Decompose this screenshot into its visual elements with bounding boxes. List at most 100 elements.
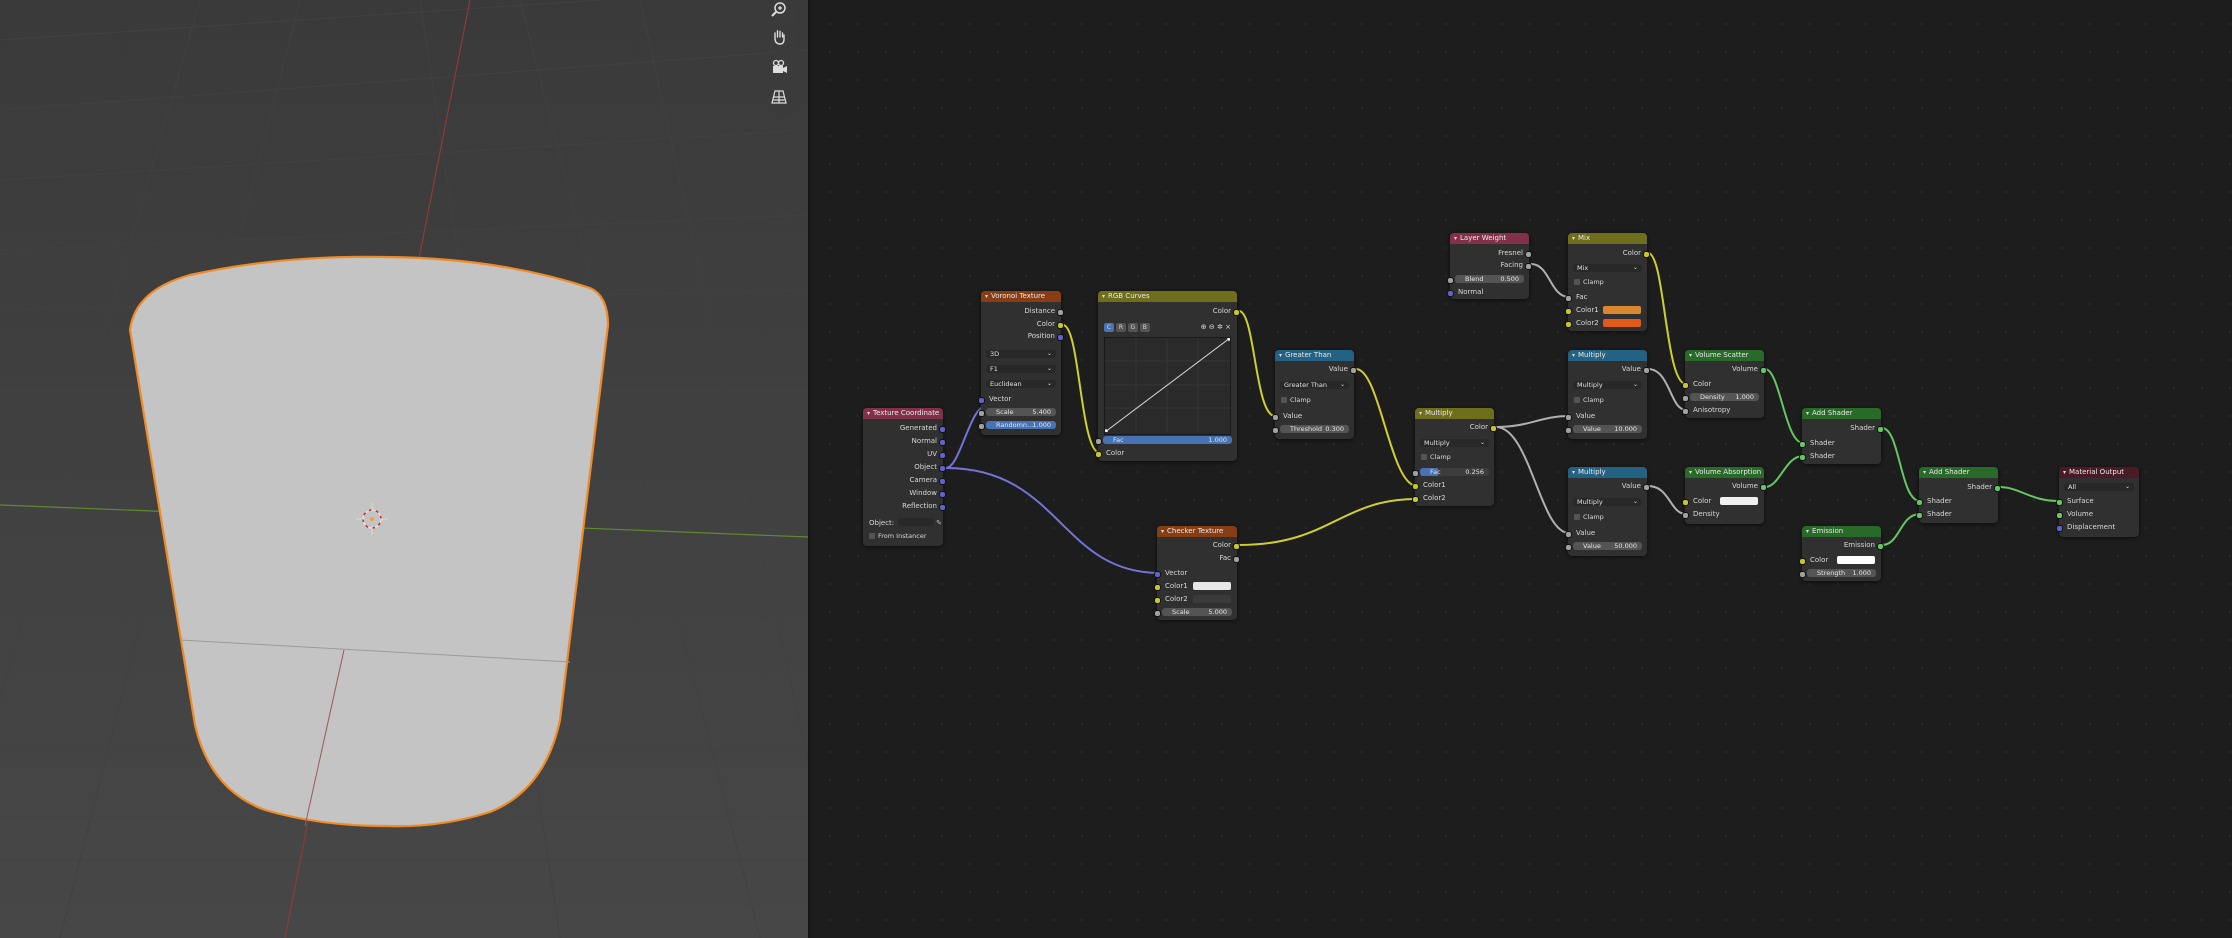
metric-dropdown[interactable]: Euclidean ⌄ bbox=[986, 380, 1056, 388]
volume-scatter-node[interactable]: ▾ Volume Scatter Volume Color Density 1.00… bbox=[1682, 350, 1767, 418]
node-header[interactable]: ▾ Voronoi Texture bbox=[981, 291, 1061, 302]
input-socket[interactable] bbox=[1447, 289, 1454, 297]
input-socket[interactable] bbox=[1095, 450, 1102, 458]
collapse-chevron-icon[interactable]: ▾ bbox=[1806, 526, 1809, 537]
output-socket[interactable] bbox=[1643, 250, 1650, 258]
node-header[interactable]: ▾ Multiply bbox=[1568, 467, 1647, 478]
input-socket[interactable] bbox=[1682, 498, 1689, 506]
output-socket[interactable] bbox=[1490, 424, 1497, 432]
input-socket[interactable] bbox=[1272, 413, 1279, 421]
output-socket[interactable] bbox=[1994, 484, 2001, 492]
node-header[interactable]: ▾ Multiply bbox=[1568, 350, 1647, 361]
channel-tab-c[interactable]: C bbox=[1104, 323, 1114, 332]
collapse-chevron-icon[interactable]: ▾ bbox=[1689, 350, 1692, 361]
node-header[interactable]: ▾ Material Output bbox=[2059, 467, 2139, 478]
output-socket[interactable] bbox=[939, 464, 946, 472]
color2-swatch[interactable] bbox=[1193, 595, 1231, 603]
input-socket[interactable] bbox=[1095, 437, 1102, 445]
collapse-chevron-icon[interactable]: ▾ bbox=[1572, 350, 1575, 361]
output-socket[interactable] bbox=[1525, 250, 1532, 258]
operation-dropdown[interactable]: Multiply ⌄ bbox=[1573, 381, 1642, 389]
curve-graph[interactable] bbox=[1104, 337, 1231, 435]
input-socket[interactable] bbox=[1154, 609, 1161, 617]
input-socket[interactable] bbox=[1799, 557, 1806, 565]
output-socket[interactable] bbox=[939, 425, 946, 433]
output-socket[interactable] bbox=[939, 438, 946, 446]
input-socket[interactable] bbox=[1412, 495, 1419, 503]
color-swatch[interactable] bbox=[1720, 497, 1758, 505]
color-swatch[interactable] bbox=[1837, 556, 1875, 564]
color2-swatch[interactable] bbox=[1603, 319, 1641, 327]
texture-coordinate-node[interactable]: ▾ Texture Coordinate Generated Normal UV … bbox=[863, 408, 946, 546]
input-socket[interactable] bbox=[1799, 440, 1806, 448]
channel-tab-r[interactable]: R bbox=[1115, 323, 1126, 332]
output-socket[interactable] bbox=[1350, 366, 1357, 374]
node-header[interactable]: ▾ RGB Curves bbox=[1098, 291, 1237, 302]
collapse-chevron-icon[interactable]: ▾ bbox=[1572, 233, 1575, 244]
close-icon[interactable]: × bbox=[1225, 323, 1231, 331]
input-socket[interactable] bbox=[2056, 511, 2063, 519]
selected-cylinder-mesh[interactable] bbox=[128, 255, 610, 828]
output-socket[interactable] bbox=[1057, 333, 1064, 341]
clamp-checkbox[interactable]: Clamp bbox=[1421, 453, 1451, 462]
clamp-checkbox[interactable]: Clamp bbox=[1574, 396, 1604, 405]
blend-field[interactable]: Blend 0.500 bbox=[1447, 275, 1524, 284]
rgb-curves-node[interactable]: ▾ RGB Curves Color C R G B ⊕ ⊖ ✲ × Fac 1.0… bbox=[1095, 291, 1240, 461]
input-socket[interactable] bbox=[1565, 413, 1572, 421]
greater-than-node[interactable]: ▾ Greater Than Value Greater Than ⌄ Clamp … bbox=[1272, 350, 1357, 439]
zoom-out-icon[interactable]: ⊖ bbox=[1209, 323, 1215, 331]
output-socket[interactable] bbox=[1877, 542, 1884, 550]
node-header[interactable]: ▾ Add Shader bbox=[1919, 467, 1998, 478]
clamp-checkbox[interactable]: Clamp bbox=[1281, 396, 1311, 405]
perspective-toggle-button[interactable] bbox=[770, 88, 798, 116]
collapse-chevron-icon[interactable]: ▾ bbox=[985, 291, 988, 302]
input-socket[interactable] bbox=[1565, 543, 1572, 551]
input-socket[interactable] bbox=[1565, 530, 1572, 538]
voronoi-texture-node[interactable]: ▾ Voronoi Texture Distance Color Position… bbox=[978, 291, 1064, 435]
input-socket[interactable] bbox=[1799, 453, 1806, 461]
multiply-math-node-1[interactable]: ▾ Multiply Value Multiply ⌄ Clamp Value Va… bbox=[1565, 350, 1650, 439]
collapse-chevron-icon[interactable]: ▾ bbox=[2063, 467, 2066, 478]
collapse-chevron-icon[interactable]: ▾ bbox=[1923, 467, 1926, 478]
input-socket[interactable] bbox=[1682, 511, 1689, 519]
collapse-chevron-icon[interactable]: ▾ bbox=[1279, 350, 1282, 361]
input-socket[interactable] bbox=[1565, 320, 1572, 328]
blend-mode-dropdown[interactable]: Multiply ⌄ bbox=[1420, 439, 1489, 447]
add-shader-node-2[interactable]: ▾ Add Shader Shader Shader Shader bbox=[1916, 467, 2001, 523]
material-output-node[interactable]: ▾ Material Output All ⌄ Surface Volume Dis… bbox=[2056, 467, 2139, 537]
output-socket[interactable] bbox=[1760, 366, 1767, 374]
input-socket[interactable] bbox=[1682, 381, 1689, 389]
3d-viewport[interactable] bbox=[0, 0, 808, 938]
collapse-chevron-icon[interactable]: ▾ bbox=[1689, 467, 1692, 478]
multiply-color-node[interactable]: ▾ Multiply Color Multiply ⌄ Clamp Fac 0.256… bbox=[1412, 408, 1497, 506]
output-socket[interactable] bbox=[939, 477, 946, 485]
input-socket[interactable] bbox=[978, 422, 985, 430]
value-field[interactable]: Value 10.000 bbox=[1565, 425, 1642, 434]
output-socket[interactable] bbox=[1233, 542, 1240, 550]
output-socket[interactable] bbox=[939, 490, 946, 498]
node-header[interactable]: ▾ Mix bbox=[1568, 233, 1647, 244]
color1-swatch[interactable] bbox=[1603, 306, 1641, 314]
input-socket[interactable] bbox=[978, 396, 985, 404]
input-socket[interactable] bbox=[1154, 583, 1161, 591]
output-socket[interactable] bbox=[1643, 366, 1650, 374]
object-picker[interactable]: Object: ✎ bbox=[863, 518, 943, 528]
output-socket[interactable] bbox=[1057, 308, 1064, 316]
output-socket[interactable] bbox=[1233, 308, 1240, 316]
input-socket[interactable] bbox=[1682, 407, 1689, 415]
input-socket[interactable] bbox=[1154, 570, 1161, 578]
output-socket[interactable] bbox=[1525, 262, 1532, 270]
checker-texture-node[interactable]: ▾ Checker Texture Color Fac Vector Color1… bbox=[1154, 526, 1240, 620]
shader-node-editor[interactable] bbox=[810, 0, 2232, 938]
collapse-chevron-icon[interactable]: ▾ bbox=[1572, 467, 1575, 478]
operation-dropdown[interactable]: Greater Than ⌄ bbox=[1280, 381, 1349, 389]
emission-node[interactable]: ▾ Emission Emission Color Strength 1.000 bbox=[1799, 526, 1884, 581]
color1-swatch[interactable] bbox=[1193, 582, 1231, 590]
randomness-field[interactable]: Randomn... 1.000 bbox=[978, 421, 1056, 430]
mix-node[interactable]: ▾ Mix Color Mix ⌄ Clamp Fac Color1 Color2 bbox=[1565, 233, 1650, 331]
node-header[interactable]: ▾ Multiply bbox=[1415, 408, 1494, 419]
strength-field[interactable]: Strength 1.000 bbox=[1799, 569, 1876, 578]
node-header[interactable]: ▾ Volume Absorption bbox=[1685, 467, 1764, 478]
fac-field[interactable]: Fac 1.000 bbox=[1095, 436, 1232, 445]
pan-tool-button[interactable] bbox=[770, 28, 798, 56]
